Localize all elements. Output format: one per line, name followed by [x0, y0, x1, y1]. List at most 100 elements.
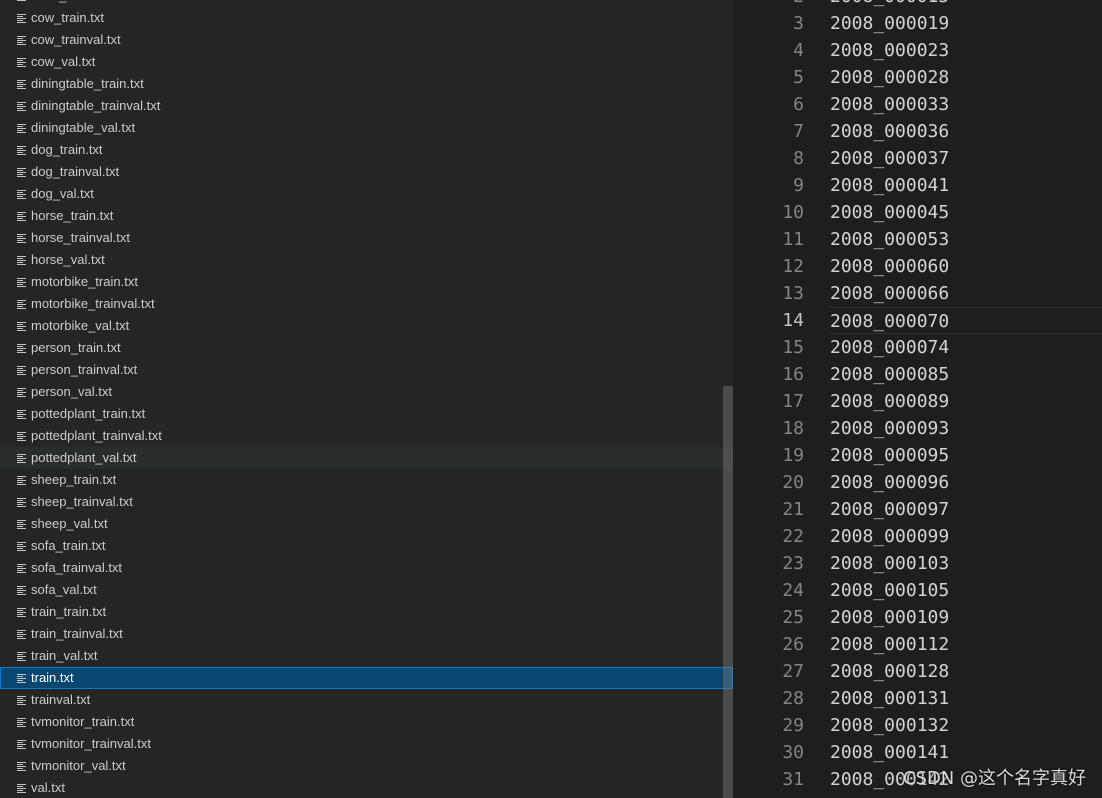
- file-item[interactable]: dog_train.txt: [0, 139, 733, 161]
- file-item[interactable]: cow_val.txt: [0, 51, 733, 73]
- file-item[interactable]: pottedplant_val.txt: [0, 447, 733, 469]
- line-text[interactable]: 2008_000095: [829, 442, 1102, 469]
- editor-line[interactable]: 14 2008_000070: [733, 307, 1102, 334]
- line-text[interactable]: 2008_000093: [829, 415, 1102, 442]
- file-item[interactable]: train_trainval.txt: [0, 623, 733, 645]
- file-item[interactable]: val.txt: [0, 777, 733, 798]
- line-text[interactable]: 2008_000045: [829, 199, 1102, 226]
- file-item[interactable]: tvmonitor_val.txt: [0, 755, 733, 777]
- line-text[interactable]: 2008_000112: [829, 631, 1102, 658]
- line-text[interactable]: 2008_000105: [829, 577, 1102, 604]
- line-text[interactable]: 2008_000103: [829, 550, 1102, 577]
- editor-line[interactable]: 26 2008_000112: [733, 631, 1102, 658]
- file-item[interactable]: horse_train.txt: [0, 205, 733, 227]
- file-item[interactable]: horse_trainval.txt: [0, 227, 733, 249]
- file-item[interactable]: sheep_train.txt: [0, 469, 733, 491]
- line-text[interactable]: 2008_000109: [829, 604, 1102, 631]
- line-text[interactable]: 2008_000060: [829, 253, 1102, 280]
- file-item[interactable]: horse_val.txt: [0, 249, 733, 271]
- editor-line[interactable]: 11 2008_000053: [733, 226, 1102, 253]
- file-item[interactable]: train_train.txt: [0, 601, 733, 623]
- explorer-scrollbar-thumb[interactable]: [723, 386, 733, 798]
- editor-line[interactable]: 12 2008_000060: [733, 253, 1102, 280]
- line-text[interactable]: 2008_000097: [829, 496, 1102, 523]
- editor-line[interactable]: 27 2008_000128: [733, 658, 1102, 685]
- editor-line[interactable]: 17 2008_000089: [733, 388, 1102, 415]
- file-item[interactable]: train_val.txt: [0, 645, 733, 667]
- line-text[interactable]: 2008_000028: [829, 64, 1102, 91]
- file-item[interactable]: pottedplant_train.txt: [0, 403, 733, 425]
- editor-line[interactable]: 6 2008_000033: [733, 91, 1102, 118]
- editor-line[interactable]: 10 2008_000045: [733, 199, 1102, 226]
- editor-line[interactable]: 19 2008_000095: [733, 442, 1102, 469]
- file-item[interactable]: diningtable_val.txt: [0, 117, 733, 139]
- line-text[interactable]: 2008_000023: [829, 37, 1102, 64]
- file-item[interactable]: chair_train.txt: [0, 0, 733, 7]
- editor-line[interactable]: 21 2008_000097: [733, 496, 1102, 523]
- editor-line[interactable]: 7 2008_000036: [733, 118, 1102, 145]
- editor-line[interactable]: 8 2008_000037: [733, 145, 1102, 172]
- line-text[interactable]: 2008_000141: [829, 739, 1102, 766]
- file-item[interactable]: tvmonitor_trainval.txt: [0, 733, 733, 755]
- file-item[interactable]: tvmonitor_train.txt: [0, 711, 733, 733]
- editor-line[interactable]: 13 2008_000066: [733, 280, 1102, 307]
- line-number: 31: [782, 769, 804, 790]
- line-text[interactable]: 2008_000019: [829, 10, 1102, 37]
- file-item[interactable]: pottedplant_trainval.txt: [0, 425, 733, 447]
- file-item[interactable]: motorbike_train.txt: [0, 271, 733, 293]
- line-text[interactable]: 2008_000066: [829, 280, 1102, 307]
- editor-line[interactable]: 29 2008_000132: [733, 712, 1102, 739]
- line-text[interactable]: 2008_000096: [829, 469, 1102, 496]
- editor-line[interactable]: 22 2008_000099: [733, 523, 1102, 550]
- file-item[interactable]: diningtable_train.txt: [0, 73, 733, 95]
- editor-line[interactable]: 24 2008_000105: [733, 577, 1102, 604]
- line-text[interactable]: 2008_000053: [829, 226, 1102, 253]
- editor-line[interactable]: 28 2008_000131: [733, 685, 1102, 712]
- editor-line[interactable]: 15 2008_000074: [733, 334, 1102, 361]
- line-text[interactable]: 2008_000070: [829, 307, 1102, 334]
- line-text[interactable]: 2008_000085: [829, 361, 1102, 388]
- line-text[interactable]: 2008_000128: [829, 658, 1102, 685]
- line-text[interactable]: 2008_000074: [829, 334, 1102, 361]
- editor-line[interactable]: 20 2008_000096: [733, 469, 1102, 496]
- file-item[interactable]: trainval.txt: [0, 689, 733, 711]
- editor-line[interactable]: 25 2008_000109: [733, 604, 1102, 631]
- file-item[interactable]: dog_val.txt: [0, 183, 733, 205]
- file-item[interactable]: cow_train.txt: [0, 7, 733, 29]
- line-text[interactable]: 2008_000041: [829, 172, 1102, 199]
- file-item[interactable]: cow_trainval.txt: [0, 29, 733, 51]
- line-text[interactable]: 2008_000089: [829, 388, 1102, 415]
- line-text[interactable]: 2008_000131: [829, 685, 1102, 712]
- line-text[interactable]: 2008_000036: [829, 118, 1102, 145]
- file-item[interactable]: person_trainval.txt: [0, 359, 733, 381]
- file-item[interactable]: motorbike_trainval.txt: [0, 293, 733, 315]
- editor-line[interactable]: 2 2008_000015: [733, 0, 1102, 10]
- editor-line[interactable]: 3 2008_000019: [733, 10, 1102, 37]
- file-item[interactable]: sofa_train.txt: [0, 535, 733, 557]
- line-text[interactable]: 2008_000099: [829, 523, 1102, 550]
- explorer-scrollbar-track[interactable]: [723, 0, 733, 798]
- editor-line[interactable]: 4 2008_000023: [733, 37, 1102, 64]
- editor-line[interactable]: 5 2008_000028: [733, 64, 1102, 91]
- file-item[interactable]: person_train.txt: [0, 337, 733, 359]
- file-item[interactable]: sheep_val.txt: [0, 513, 733, 535]
- editor-line[interactable]: 23 2008_000103: [733, 550, 1102, 577]
- editor-line[interactable]: 9 2008_000041: [733, 172, 1102, 199]
- file-item[interactable]: sheep_trainval.txt: [0, 491, 733, 513]
- file-item[interactable]: train.txt: [0, 667, 733, 689]
- line-text[interactable]: 2008_000132: [829, 712, 1102, 739]
- editor-line[interactable]: 18 2008_000093: [733, 415, 1102, 442]
- line-text[interactable]: 2008_000037: [829, 145, 1102, 172]
- file-lines-icon: [17, 168, 26, 177]
- line-text[interactable]: 2008_000015: [829, 0, 1102, 10]
- text-editor[interactable]: 2 2008_000015 3 2008_000019 4 2008_000023 5 200…: [733, 0, 1102, 798]
- file-item[interactable]: diningtable_trainval.txt: [0, 95, 733, 117]
- line-text[interactable]: 2008_000033: [829, 91, 1102, 118]
- file-item[interactable]: dog_trainval.txt: [0, 161, 733, 183]
- file-item[interactable]: motorbike_val.txt: [0, 315, 733, 337]
- file-item[interactable]: sofa_trainval.txt: [0, 557, 733, 579]
- file-item[interactable]: person_val.txt: [0, 381, 733, 403]
- file-item[interactable]: sofa_val.txt: [0, 579, 733, 601]
- editor-line[interactable]: 30 2008_000141: [733, 739, 1102, 766]
- editor-line[interactable]: 16 2008_000085: [733, 361, 1102, 388]
